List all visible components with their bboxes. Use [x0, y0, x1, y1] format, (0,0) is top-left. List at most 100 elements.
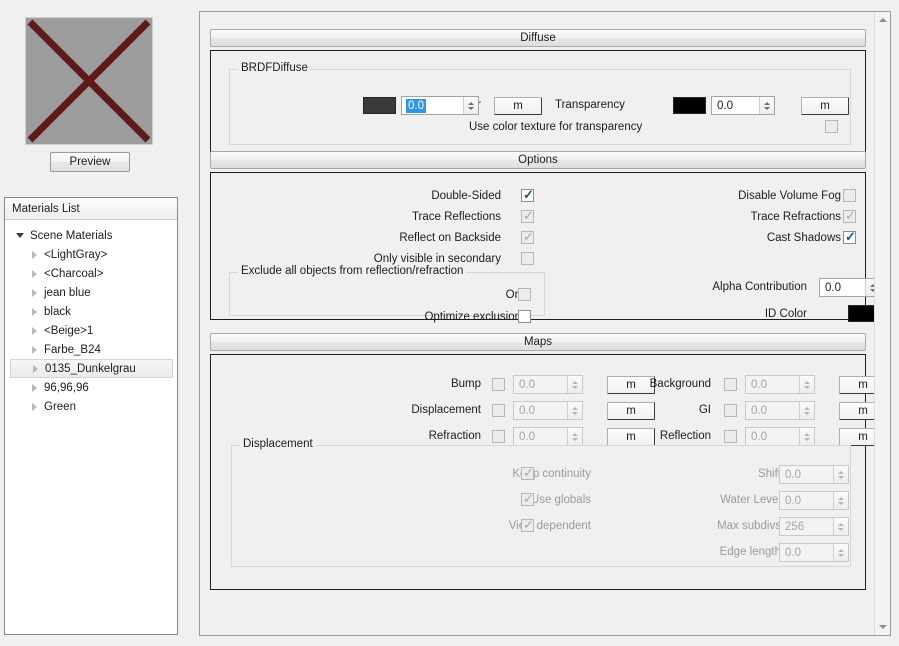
map-gi-spinner-stepper[interactable]: [799, 402, 814, 419]
rollout-header-maps[interactable]: Maps: [210, 333, 866, 351]
group-title-displacement: Displacement: [240, 438, 316, 450]
stepper-down-icon[interactable]: [838, 501, 844, 505]
map-reflection-spinner[interactable]: 0.0: [745, 427, 815, 446]
tree-item-label: 96,96,96: [44, 381, 89, 394]
map-background-spinner-value[interactable]: 0.0: [746, 379, 799, 391]
tree-root-label: Scene Materials: [30, 229, 113, 242]
label-keep-continuity: Keep continuity: [512, 468, 591, 480]
color-amount-stepper[interactable]: [463, 97, 478, 114]
transparency-amount-spinner[interactable]: 0.0: [711, 96, 775, 115]
max-subdivs-spinner-stepper[interactable]: [833, 518, 848, 535]
vertical-scrollbar[interactable]: [874, 12, 890, 635]
checkbox-optimize-exclusion[interactable]: [518, 310, 531, 323]
stepper-up-icon[interactable]: [838, 522, 844, 526]
chevron-right-icon[interactable]: [32, 269, 37, 278]
stepper-up-icon[interactable]: [838, 470, 844, 474]
checkbox-trace-refractions[interactable]: ✓: [843, 209, 856, 223]
shift-spinner-value[interactable]: 0.0: [780, 469, 833, 481]
stepper-up-icon[interactable]: [838, 548, 844, 552]
stepper-down-icon[interactable]: [838, 527, 844, 531]
checkbox-view-dependent[interactable]: ✓: [521, 518, 534, 532]
stepper-down-icon[interactable]: [804, 437, 810, 441]
checkbox-use-color-texture[interactable]: [825, 120, 838, 133]
label-alpha-contribution: Alpha Contribution: [712, 281, 807, 293]
color-amount-spinner[interactable]: 0.0: [401, 96, 479, 115]
checkbox-exclude-on[interactable]: [518, 288, 531, 301]
checkbox-only-visible-in-secondary[interactable]: [521, 252, 534, 265]
scroll-up-arrow-icon[interactable]: [875, 12, 890, 28]
stepper-down-icon[interactable]: [838, 553, 844, 557]
alpha-contribution-spinner[interactable]: 0.0: [819, 278, 881, 297]
chevron-right-icon[interactable]: [32, 250, 37, 259]
checkbox-double-sided[interactable]: ✓: [521, 188, 534, 202]
tree-item-charcoal[interactable]: <Charcoal>: [5, 264, 177, 283]
label-disable-volume-fog: Disable Volume Fog: [738, 190, 841, 202]
chevron-right-icon[interactable]: [32, 326, 37, 335]
chevron-right-icon[interactable]: [32, 345, 37, 354]
tree-root-scene-materials[interactable]: Scene Materials: [5, 226, 177, 245]
chevron-right-icon[interactable]: [32, 307, 37, 316]
color-swatch[interactable]: [363, 97, 396, 114]
stepper-down-icon[interactable]: [804, 385, 810, 389]
stepper-down-icon[interactable]: [838, 475, 844, 479]
label-use-globals: Use globals: [530, 494, 591, 506]
tree-item-lightgray[interactable]: <LightGray>: [5, 245, 177, 264]
water-level-spinner-stepper[interactable]: [833, 492, 848, 509]
stepper-down-icon[interactable]: [804, 411, 810, 415]
preview-button[interactable]: Preview: [50, 152, 130, 172]
chevron-right-icon[interactable]: [32, 383, 37, 392]
material-editor-panel: Diffuse BRDFDiffuse Color 0.0 m Transpar…: [199, 11, 891, 636]
transparency-amount-value[interactable]: 0.0: [712, 100, 759, 112]
edge-length-spinner-value[interactable]: 0.0: [780, 547, 833, 559]
checkbox-reflect-on-backside[interactable]: ✓: [521, 229, 534, 244]
color-map-button[interactable]: m: [494, 97, 542, 115]
shift-spinner-stepper[interactable]: [833, 466, 848, 483]
checkbox-map-gi[interactable]: [724, 404, 737, 417]
transparency-map-button[interactable]: m: [801, 97, 849, 115]
tree-item-black[interactable]: black: [5, 302, 177, 321]
checkbox-map-reflection[interactable]: [724, 430, 737, 443]
edge-length-spinner-stepper[interactable]: [833, 544, 848, 561]
chevron-down-icon[interactable]: [16, 233, 24, 238]
tree-item-beige-1[interactable]: <Beige>1: [5, 321, 177, 340]
edge-length-spinner[interactable]: 0.0: [779, 543, 849, 562]
checkbox-trace-reflections[interactable]: ✓: [521, 209, 534, 223]
label-map-reflection: Reflection: [659, 430, 711, 442]
label-max-subdivs: Max subdivs: [717, 520, 781, 532]
map-background-spinner[interactable]: 0.0: [745, 375, 815, 394]
color-amount-value[interactable]: 0.0: [406, 98, 426, 113]
label-shift: Shift: [757, 468, 781, 480]
transparency-amount-stepper[interactable]: [759, 97, 774, 114]
map-background-spinner-stepper[interactable]: [799, 376, 814, 393]
rollout-header-options[interactable]: Options: [210, 151, 866, 169]
map-gi-spinner[interactable]: 0.0: [745, 401, 815, 420]
max-subdivs-spinner[interactable]: 256: [779, 517, 849, 536]
material-preview-thumbnail[interactable]: [25, 17, 153, 145]
transparency-swatch[interactable]: [673, 97, 706, 114]
rollout-body-options: Double-Sided ✓ Trace Reflections ✓ Reflect o…: [210, 172, 881, 323]
scroll-down-arrow-icon[interactable]: [875, 619, 890, 635]
stepper-up-icon[interactable]: [804, 432, 810, 436]
checkbox-use-globals[interactable]: ✓: [521, 492, 534, 506]
checkbox-map-background[interactable]: [724, 378, 737, 391]
max-subdivs-spinner-value[interactable]: 256: [780, 521, 833, 533]
water-level-spinner[interactable]: 0.0: [779, 491, 849, 510]
stepper-up-icon[interactable]: [838, 496, 844, 500]
stepper-up-icon[interactable]: [804, 406, 810, 410]
map-reflection-spinner-value[interactable]: 0.0: [746, 431, 799, 443]
shift-spinner[interactable]: 0.0: [779, 465, 849, 484]
stepper-up-icon[interactable]: [804, 380, 810, 384]
check-icon: ✓: [523, 229, 534, 244]
checkbox-keep-continuity[interactable]: ✓: [521, 466, 534, 480]
rollout-header-diffuse[interactable]: Diffuse: [210, 29, 866, 47]
tree-item-jean-blue[interactable]: jean blue: [5, 283, 177, 302]
checkbox-disable-volume-fog[interactable]: [843, 189, 856, 202]
chevron-right-icon[interactable]: [32, 402, 37, 411]
alpha-contribution-value[interactable]: 0.0: [820, 282, 865, 294]
chevron-right-icon[interactable]: [33, 364, 38, 373]
map-reflection-spinner-stepper[interactable]: [799, 428, 814, 445]
checkbox-cast-shadows[interactable]: ✓: [843, 230, 856, 244]
map-gi-spinner-value[interactable]: 0.0: [746, 405, 799, 417]
chevron-right-icon[interactable]: [32, 288, 37, 297]
water-level-spinner-value[interactable]: 0.0: [780, 495, 833, 507]
